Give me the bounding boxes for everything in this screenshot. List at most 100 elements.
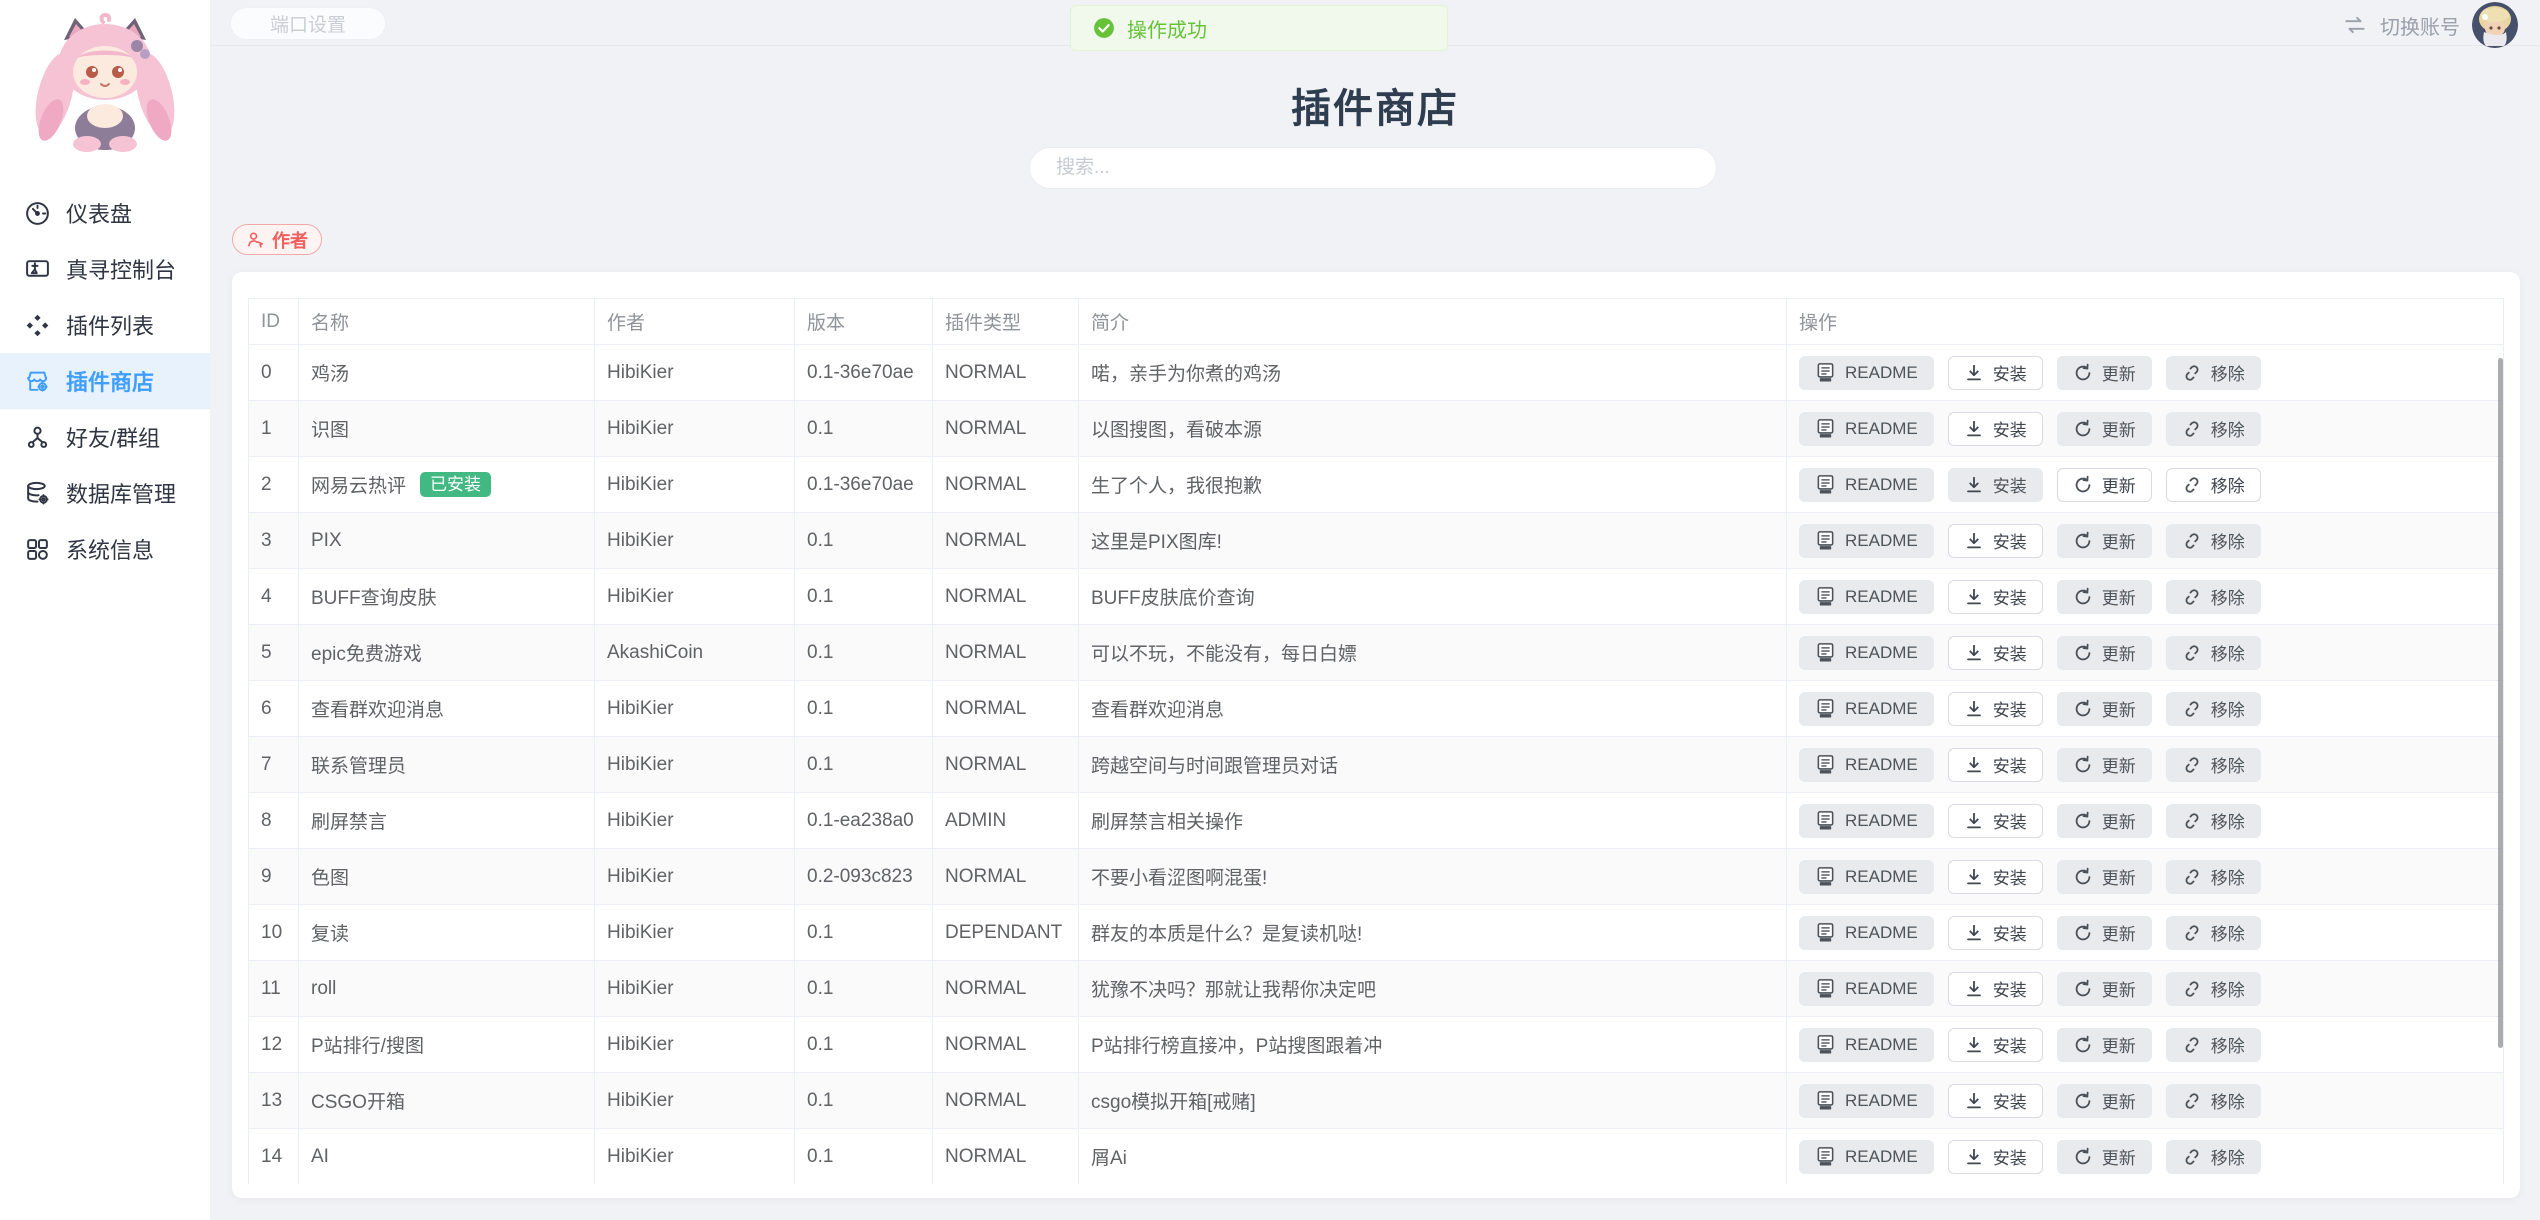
install-button[interactable]: 安装 (1948, 1140, 2043, 1174)
update-button[interactable]: 更新 (2057, 468, 2152, 502)
download-icon (1964, 811, 1984, 831)
remove-button[interactable]: 移除 (2166, 1084, 2261, 1118)
update-button[interactable]: 更新 (2057, 580, 2152, 614)
sidebar-item-3[interactable]: 插件商店 (0, 353, 210, 409)
sidebar-item-2[interactable]: 插件列表 (0, 297, 210, 353)
col-header-6: 操作 (1787, 299, 2504, 345)
unlink-icon (2182, 699, 2202, 719)
sidebar-item-label: 插件商店 (66, 365, 154, 397)
install-button[interactable]: 安装 (1948, 412, 2043, 446)
readme-button[interactable]: README (1799, 412, 1934, 446)
install-button[interactable]: 安装 (1948, 524, 2043, 558)
update-button[interactable]: 更新 (2057, 636, 2152, 670)
readme-button[interactable]: README (1799, 524, 1934, 558)
cell-description: 生了个人，我很抱歉 (1079, 457, 1787, 513)
readme-button[interactable]: README (1799, 1140, 1934, 1174)
readme-button[interactable]: README (1799, 1084, 1934, 1118)
readme-button[interactable]: README (1799, 356, 1934, 390)
remove-button[interactable]: 移除 (2166, 972, 2261, 1006)
sidebar-item-6[interactable]: 系统信息 (0, 521, 210, 577)
update-button[interactable]: 更新 (2057, 1084, 2152, 1118)
readme-button[interactable]: README (1799, 468, 1934, 502)
readme-button[interactable]: README (1799, 804, 1934, 838)
sidebar-item-1[interactable]: 真寻控制台 (0, 241, 210, 297)
install-button[interactable]: 安装 (1948, 1084, 2043, 1118)
table-scrollbar[interactable] (2498, 358, 2503, 1048)
remove-button[interactable]: 移除 (2166, 916, 2261, 950)
cell-author: HibiKier (595, 1129, 795, 1185)
update-button[interactable]: 更新 (2057, 916, 2152, 950)
update-button[interactable]: 更新 (2057, 748, 2152, 782)
readme-doc-icon (1815, 642, 1836, 663)
row-actions: README 安装更新移除 (1799, 860, 2491, 894)
readme-button[interactable]: README (1799, 916, 1934, 950)
unlink-icon (2182, 643, 2202, 663)
remove-button[interactable]: 移除 (2166, 692, 2261, 726)
cell-description: 不要小看涩图啊混蛋! (1079, 849, 1787, 905)
remove-button[interactable]: 移除 (2166, 412, 2261, 446)
install-button[interactable]: 安装 (1948, 468, 2043, 502)
install-button[interactable]: 安装 (1948, 748, 2043, 782)
port-settings-button[interactable]: 端口设置 (230, 7, 386, 40)
readme-doc-icon (1815, 530, 1836, 551)
switch-account-button[interactable]: 切换账号 (2380, 11, 2460, 40)
readme-button[interactable]: README (1799, 636, 1934, 670)
update-button[interactable]: 更新 (2057, 356, 2152, 390)
sidebar-item-4[interactable]: 好友/群组 (0, 409, 210, 465)
cell-description: 喏，亲手为你煮的鸡汤 (1079, 345, 1787, 401)
remove-button[interactable]: 移除 (2166, 860, 2261, 894)
readme-button[interactable]: README (1799, 580, 1934, 614)
cell-version: 0.1 (795, 905, 933, 961)
install-button[interactable]: 安装 (1948, 972, 2043, 1006)
remove-button[interactable]: 移除 (2166, 748, 2261, 782)
cell-version: 0.1 (795, 569, 933, 625)
update-button[interactable]: 更新 (2057, 1140, 2152, 1174)
cell-id: 2 (249, 457, 299, 513)
refresh-icon (2073, 699, 2093, 719)
unlink-icon (2182, 923, 2202, 943)
remove-button[interactable]: 移除 (2166, 356, 2261, 390)
install-button[interactable]: 安装 (1948, 636, 2043, 670)
cell-description: 犹豫不决吗？那就让我帮你决定吧 (1079, 961, 1787, 1017)
update-button[interactable]: 更新 (2057, 692, 2152, 726)
update-button[interactable]: 更新 (2057, 860, 2152, 894)
readme-button[interactable]: README (1799, 1028, 1934, 1062)
update-button[interactable]: 更新 (2057, 972, 2152, 1006)
install-button[interactable]: 安装 (1948, 804, 2043, 838)
table-row: 8刷屏禁言HibiKier0.1-ea238a0ADMIN刷屏禁言相关操作REA… (249, 793, 2504, 849)
update-button[interactable]: 更新 (2057, 1028, 2152, 1062)
remove-button[interactable]: 移除 (2166, 524, 2261, 558)
install-button[interactable]: 安装 (1948, 692, 2043, 726)
update-button[interactable]: 更新 (2057, 804, 2152, 838)
sidebar-item-5[interactable]: 数据库管理 (0, 465, 210, 521)
readme-button[interactable]: README (1799, 748, 1934, 782)
unlink-icon (2182, 1035, 2202, 1055)
refresh-icon (2073, 643, 2093, 663)
download-icon (1964, 587, 1984, 607)
search-input[interactable] (1029, 147, 1717, 189)
author-filter-button[interactable]: 作者 (232, 224, 322, 255)
cell-id: 12 (249, 1017, 299, 1073)
user-avatar[interactable] (2472, 2, 2518, 48)
install-button[interactable]: 安装 (1948, 916, 2043, 950)
remove-button[interactable]: 移除 (2166, 1028, 2261, 1062)
readme-button[interactable]: README (1799, 972, 1934, 1006)
download-icon (1964, 531, 1984, 551)
readme-button[interactable]: README (1799, 860, 1934, 894)
update-button[interactable]: 更新 (2057, 412, 2152, 446)
cell-plugin-name: 网易云热评 (311, 471, 406, 498)
readme-button[interactable]: README (1799, 692, 1934, 726)
remove-button[interactable]: 移除 (2166, 468, 2261, 502)
install-button[interactable]: 安装 (1948, 1028, 2043, 1062)
remove-button[interactable]: 移除 (2166, 804, 2261, 838)
table-row: 9色图HibiKier0.2-093c823NORMAL不要小看涩图啊混蛋!RE… (249, 849, 2504, 905)
install-button[interactable]: 安装 (1948, 580, 2043, 614)
install-button[interactable]: 安装 (1948, 860, 2043, 894)
remove-button[interactable]: 移除 (2166, 636, 2261, 670)
remove-button[interactable]: 移除 (2166, 1140, 2261, 1174)
update-button[interactable]: 更新 (2057, 524, 2152, 558)
download-icon (1964, 923, 1984, 943)
install-button[interactable]: 安装 (1948, 356, 2043, 390)
remove-button[interactable]: 移除 (2166, 580, 2261, 614)
sidebar-item-0[interactable]: 仪表盘 (0, 185, 210, 241)
